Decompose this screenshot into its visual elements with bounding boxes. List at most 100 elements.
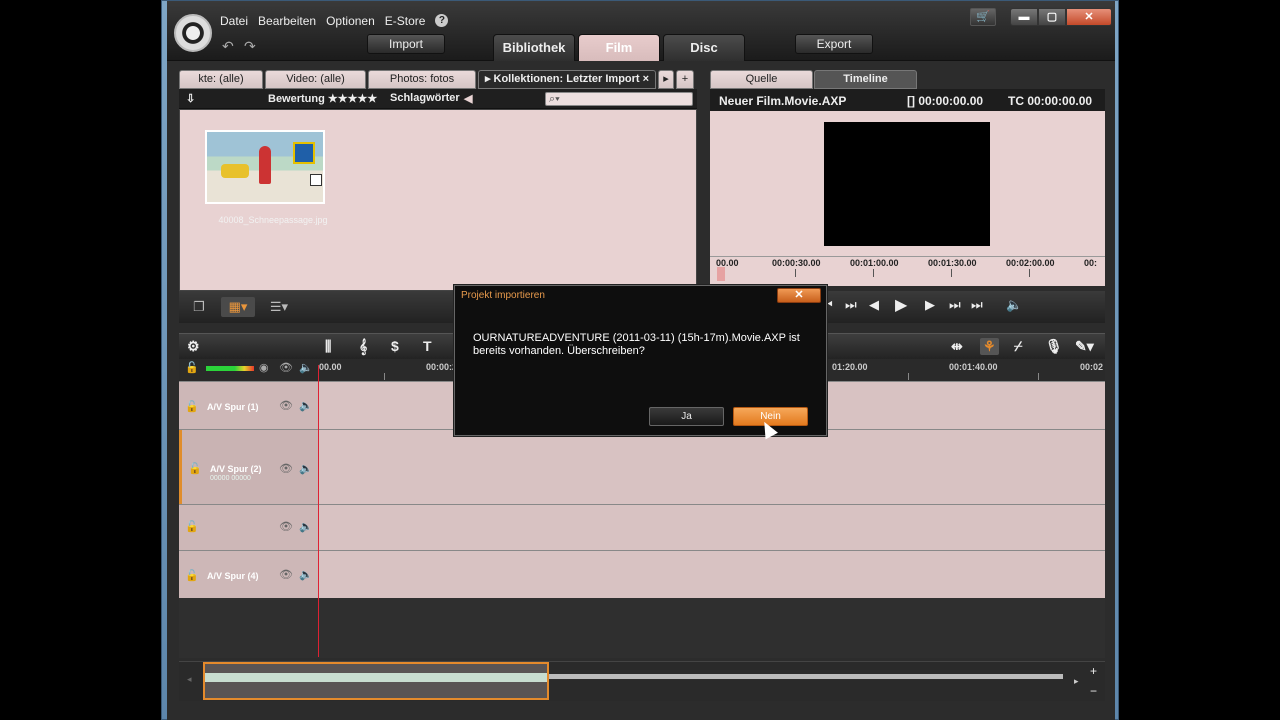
track-subtitle: 00000 00000 bbox=[210, 475, 251, 482]
menu-e-store[interactable]: E-Store bbox=[385, 14, 426, 28]
speaker-icon[interactable]: 🔈 bbox=[299, 568, 313, 581]
audio-level-meter bbox=[206, 366, 254, 371]
eye-icon[interactable]: 👁 bbox=[279, 399, 293, 412]
speaker-icon[interactable]: 🔈 bbox=[299, 399, 313, 412]
prev-frame-icon[interactable]: ⏭ bbox=[845, 297, 857, 313]
maximize-button[interactable]: ▢ bbox=[1038, 8, 1066, 26]
lock-icon[interactable]: 🔓 bbox=[185, 400, 199, 413]
menu-optionen[interactable]: Optionen bbox=[326, 14, 375, 28]
volume-icon[interactable]: 🔈 bbox=[1006, 297, 1022, 313]
title-icon[interactable]: T bbox=[423, 338, 432, 354]
scroll-left-icon[interactable]: ◂ bbox=[187, 674, 192, 685]
navigator-icon[interactable]: ⇩ bbox=[186, 92, 195, 105]
eye-icon[interactable]: 👁 bbox=[279, 520, 293, 533]
track-header: 🔓 A/V Spur (2) 00000 00000 👁 🔈 bbox=[179, 430, 319, 504]
lock-icon[interactable]: 🔓 bbox=[185, 361, 199, 374]
lock-icon[interactable]: 🔓 bbox=[185, 569, 199, 582]
tab-photos[interactable]: Photos: fotos bbox=[368, 70, 476, 89]
menu-bar: Datei Bearbeiten Optionen E-Store ? bbox=[220, 14, 449, 28]
film-reel-logo-icon bbox=[174, 14, 212, 52]
track-name: A/V Spur (1) bbox=[207, 402, 259, 412]
audio-mixer-icon[interactable]: ⫼ bbox=[325, 338, 331, 355]
ruler-label: 01:20.00 bbox=[832, 362, 868, 372]
eye-icon[interactable]: 👁 bbox=[279, 462, 293, 475]
thumb-child bbox=[259, 146, 271, 184]
help-icon[interactable]: ? bbox=[435, 14, 449, 27]
tab-scroll-right-icon[interactable]: ▸ bbox=[658, 70, 674, 89]
ruler-label: 00:01:00.00 bbox=[850, 258, 899, 268]
track-name: A/V Spur (2) bbox=[210, 464, 262, 474]
scrubber-view-window[interactable] bbox=[203, 662, 549, 700]
magnet-icon[interactable]: ⚘ bbox=[980, 338, 999, 355]
master-eye-icon[interactable]: 👁 bbox=[279, 361, 293, 374]
thumb-sign bbox=[293, 142, 315, 164]
tab-add-icon[interactable]: + bbox=[676, 70, 694, 89]
tab-bibliothek[interactable]: Bibliothek bbox=[493, 34, 575, 61]
rating-filter[interactable]: Bewertung ★★★★★ bbox=[268, 92, 377, 105]
cart-icon[interactable]: 🛒 bbox=[970, 8, 996, 26]
ruler-label: 00:01:30.00 bbox=[928, 258, 977, 268]
undo-icon[interactable]: ↶ bbox=[222, 39, 236, 53]
track-header: 🔓 A/V Spur (4) 👁 🔈 bbox=[179, 551, 319, 598]
photo-thumbnail[interactable] bbox=[205, 130, 325, 204]
player-ruler[interactable]: 00.00 00:00:30.00 00:01:00.00 00:01:30.0… bbox=[710, 256, 1105, 286]
close-window-button[interactable]: ✕ bbox=[1066, 8, 1112, 26]
speaker-icon[interactable]: 🔈 bbox=[299, 462, 313, 475]
master-volume-icon[interactable]: ◉ bbox=[259, 361, 269, 374]
search-input[interactable]: ⌕▾ bbox=[545, 92, 693, 106]
player-scrubber-handle[interactable] bbox=[717, 267, 725, 281]
zoom-out-icon[interactable]: − bbox=[1090, 684, 1097, 698]
tab-film[interactable]: Film bbox=[578, 34, 660, 61]
menu-bearbeiten[interactable]: Bearbeiten bbox=[258, 14, 316, 28]
split-icon[interactable]: ⌿ bbox=[1014, 338, 1022, 355]
library-filter-bar: ⇩ Bewertung ★★★★★ Schlagwörter ◀ ⌕▾ bbox=[179, 89, 697, 109]
tab-quelle[interactable]: Quelle bbox=[710, 70, 813, 89]
tab-disc[interactable]: Disc bbox=[663, 34, 745, 61]
tools-icon[interactable]: ✎▾ bbox=[1075, 338, 1094, 355]
go-end-icon[interactable]: ⏭ bbox=[971, 297, 983, 313]
music-icon[interactable]: 𝄞 bbox=[359, 338, 367, 355]
search-icon: ⌕▾ bbox=[549, 93, 560, 105]
dialog-close-button[interactable]: ✕ bbox=[777, 288, 821, 303]
keywords-filter[interactable]: Schlagwörter bbox=[390, 92, 460, 104]
export-button[interactable]: Export bbox=[795, 34, 873, 54]
lock-icon[interactable]: 🔓 bbox=[188, 462, 202, 475]
redo-icon[interactable]: ↷ bbox=[244, 39, 258, 53]
menu-datei[interactable]: Datei bbox=[220, 14, 248, 28]
keywords-clear-icon[interactable]: ◀ bbox=[464, 92, 472, 105]
corner-badge-icon bbox=[310, 174, 322, 186]
master-speaker-icon[interactable]: 🔈 bbox=[299, 361, 313, 374]
import-button[interactable]: Import bbox=[367, 34, 445, 54]
scorefitter-icon[interactable]: $ bbox=[391, 338, 399, 354]
ruler-label: 00: bbox=[1084, 258, 1098, 268]
play-icon[interactable]: ▶ bbox=[895, 295, 907, 315]
step-back-icon[interactable]: ◀ bbox=[869, 297, 879, 313]
library-tabs: kte: (alle) Video: (alle) Photos: fotos … bbox=[179, 70, 694, 89]
tab-video[interactable]: Video: (alle) bbox=[265, 70, 366, 89]
minimize-button[interactable]: ▬ bbox=[1010, 8, 1038, 26]
scroll-right-icon[interactable]: ▸ bbox=[1074, 676, 1079, 687]
speaker-icon[interactable]: 🔈 bbox=[299, 520, 313, 533]
ruler-label: 00:00:30.00 bbox=[772, 258, 821, 268]
ruler-label: 00:02 bbox=[1080, 362, 1104, 372]
thumbnail-caption: 40008_Schneepassage.jpg bbox=[218, 215, 328, 225]
timeline-playhead[interactable] bbox=[318, 365, 319, 657]
list-view-icon[interactable]: ☰▾ bbox=[263, 297, 295, 317]
yes-button[interactable]: Ja bbox=[649, 407, 724, 426]
settings-gear-icon[interactable]: ⚙ bbox=[187, 338, 200, 355]
tab-timeline[interactable]: Timeline bbox=[814, 70, 917, 89]
timeline-scrubber: ◂ ▸ + − bbox=[179, 661, 1105, 701]
eye-icon[interactable]: 👁 bbox=[279, 568, 293, 581]
step-forward-icon[interactable]: ▶ bbox=[925, 297, 935, 313]
pages-icon[interactable]: ❐ bbox=[189, 297, 209, 317]
fit-icon[interactable]: ⇹ bbox=[951, 338, 963, 355]
next-frame-icon[interactable]: ⏭ bbox=[949, 297, 961, 313]
tab-projekte[interactable]: kte: (alle) bbox=[179, 70, 263, 89]
lock-icon[interactable]: 🔓 bbox=[185, 520, 199, 533]
track-header: 🔓 👁 🔈 bbox=[179, 505, 319, 550]
zoom-in-icon[interactable]: + bbox=[1090, 664, 1097, 678]
grid-view-icon[interactable]: ▦▾ bbox=[221, 297, 255, 317]
dialog-title: Projekt importieren bbox=[461, 290, 545, 301]
tab-kollektionen[interactable]: ▸ Kollektionen: Letzter Import × bbox=[478, 70, 656, 89]
voiceover-icon[interactable]: 🎙 bbox=[1045, 338, 1063, 355]
